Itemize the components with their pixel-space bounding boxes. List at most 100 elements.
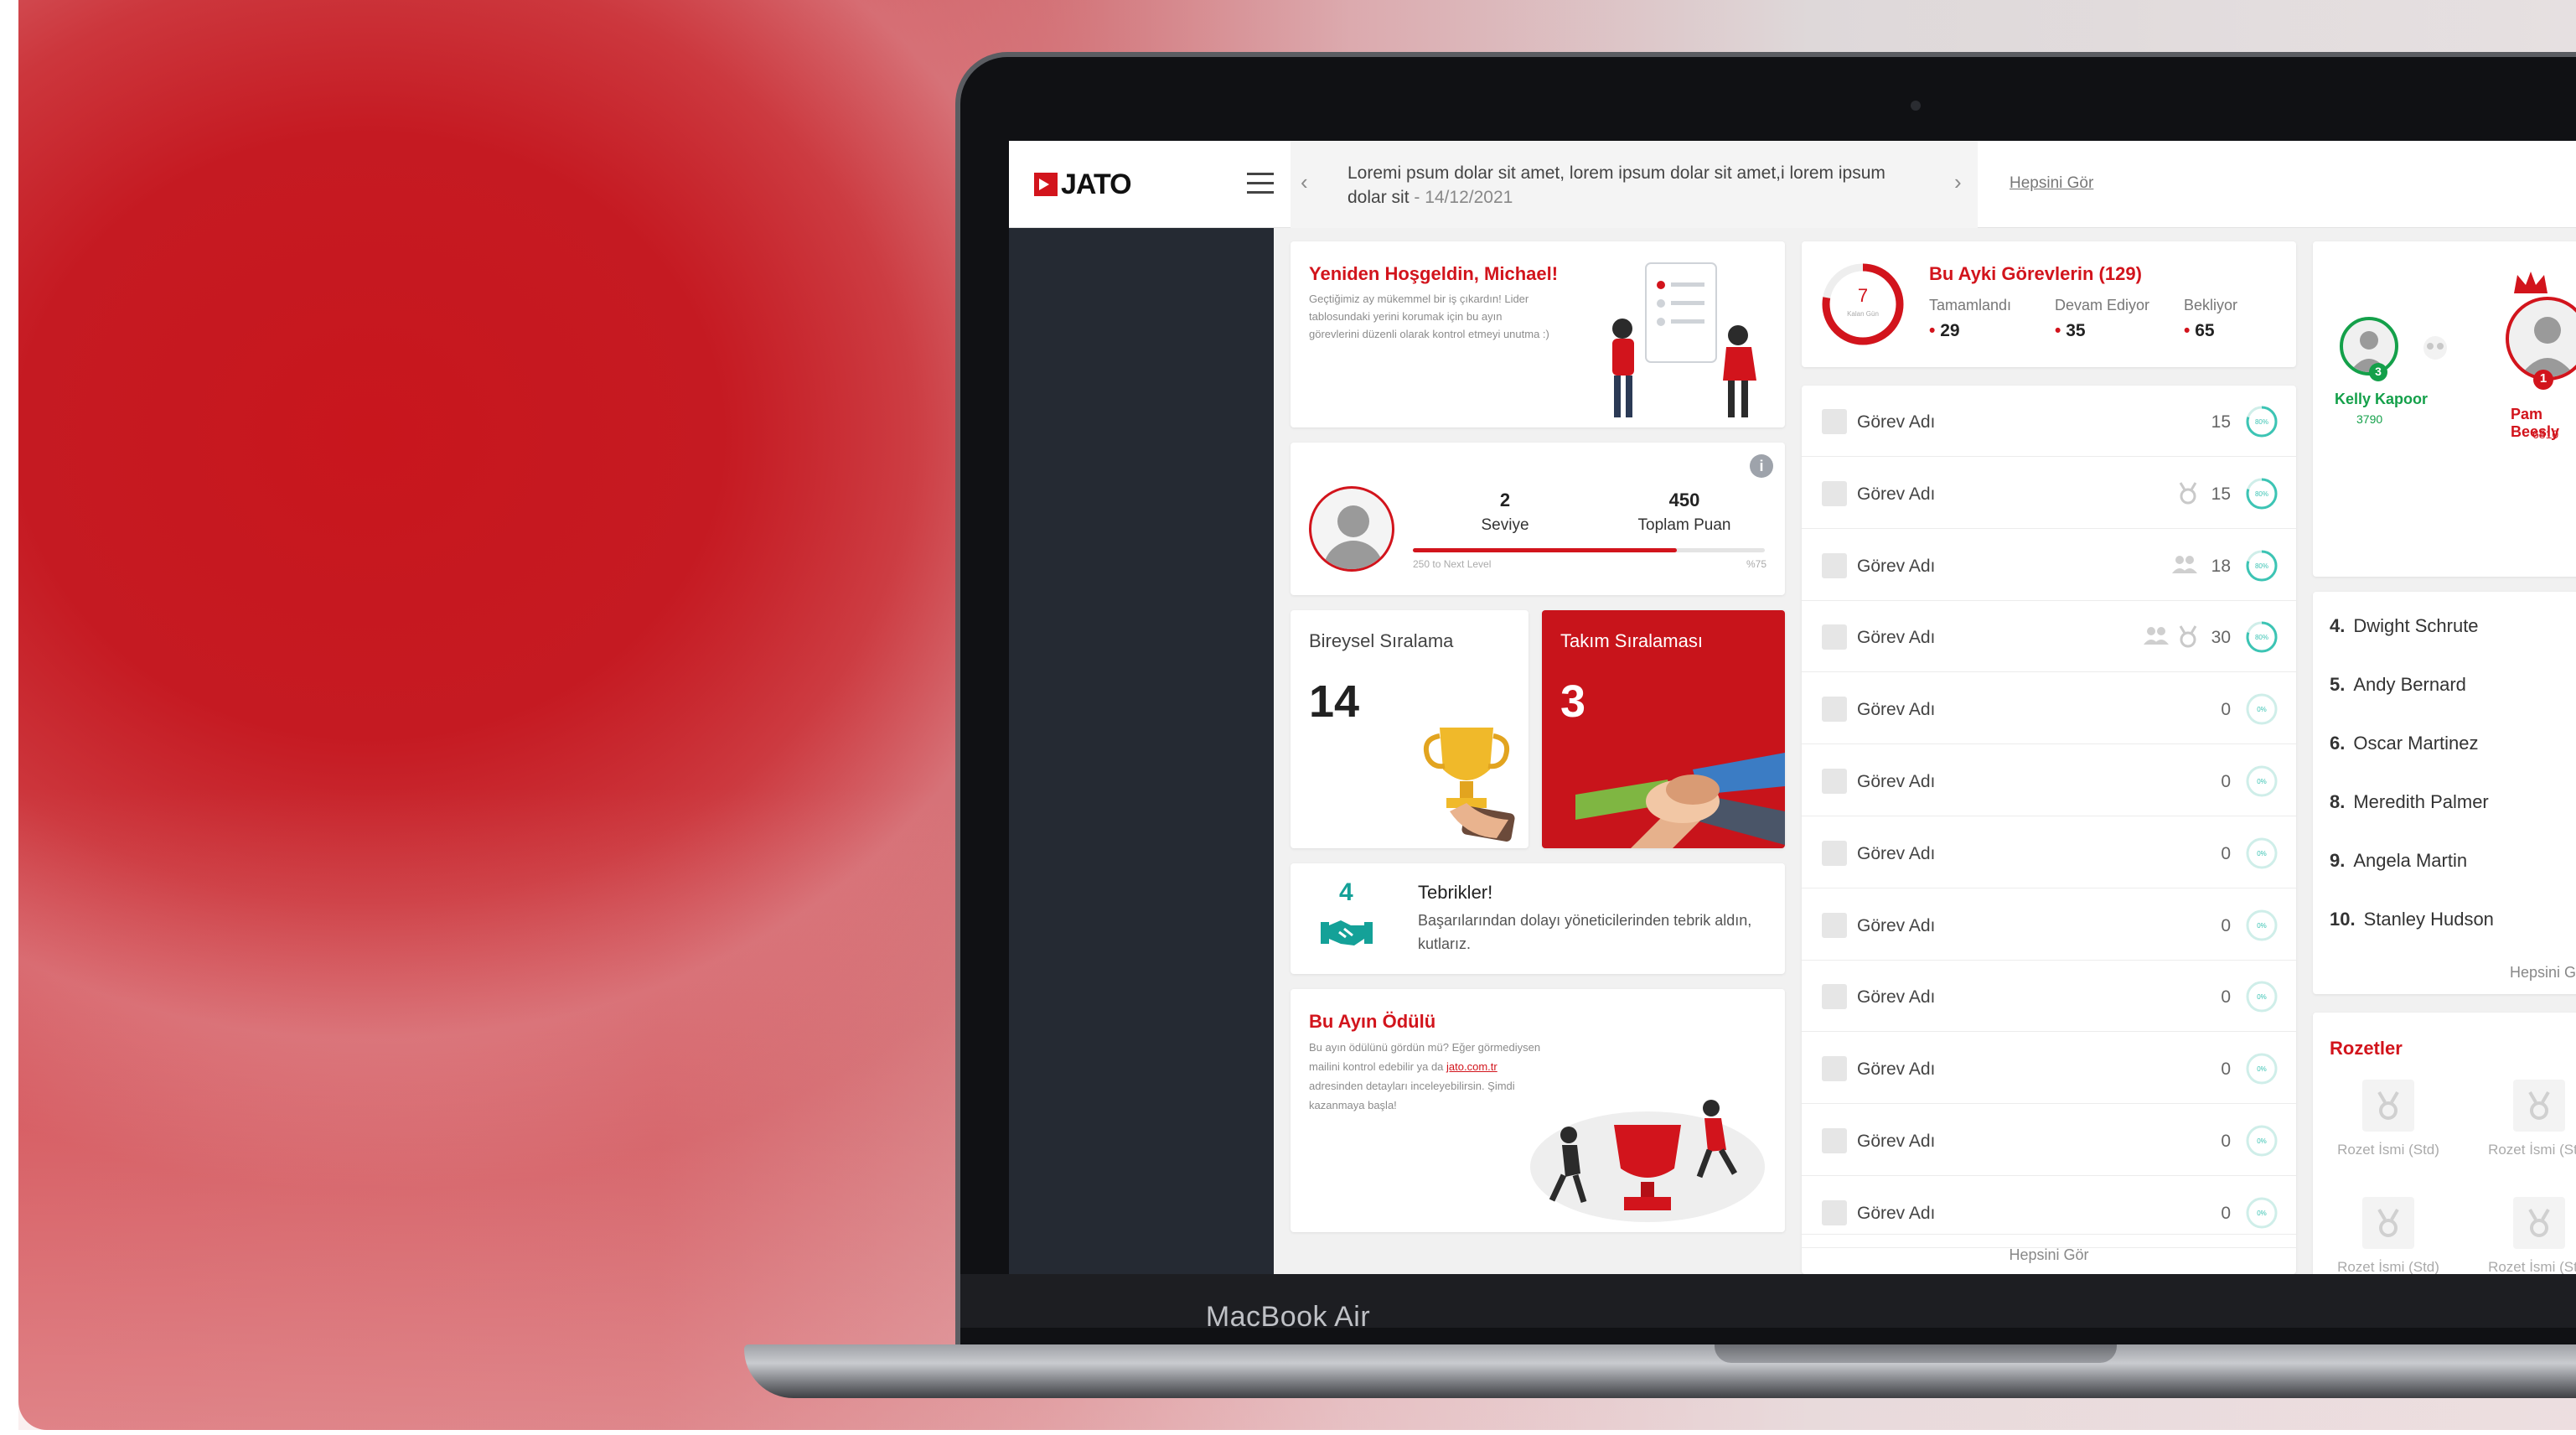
leaderboard-row[interactable]: 8. Meredith Palmer: [2330, 791, 2489, 813]
task-progress-ring: 80%: [2246, 550, 2278, 582]
individual-ranking-label: Bireysel Sıralama: [1309, 630, 1454, 651]
task-row[interactable]: Görev Adı 0 0%: [1802, 817, 2296, 888]
jato-logo[interactable]: JATO: [1034, 166, 1132, 203]
days-left-value: 7: [1857, 285, 1869, 306]
rank-number: 5.: [2330, 674, 2346, 695]
leaderboard-row[interactable]: 9. Angela Martin: [2330, 850, 2467, 872]
task-row[interactable]: Görev Adı 0 0%: [1802, 961, 2296, 1033]
individual-ranking-value: 14: [1309, 676, 1360, 727]
task-checkbox[interactable]: [1822, 1128, 1847, 1153]
leaderboard-row[interactable]: 4. Dwight Schrute: [2330, 615, 2479, 637]
task-score: 0: [2221, 915, 2231, 935]
leaderboard-row[interactable]: 5. Andy Bernard: [2330, 674, 2466, 696]
task-progress-ring: 0%: [2246, 1125, 2278, 1157]
task-progress-ring: 0%: [2246, 1053, 2278, 1085]
task-checkbox[interactable]: [1822, 624, 1847, 650]
badge-medal-icon: [2362, 1197, 2414, 1249]
avatar[interactable]: [2506, 297, 2576, 381]
completed-label: Tamamlandı: [1929, 297, 2012, 313]
task-checkbox[interactable]: [1822, 912, 1847, 938]
congrats-title: Tebrikler!: [1418, 882, 1493, 903]
task-checkbox[interactable]: [1822, 1056, 1847, 1082]
task-name: Görev Adı: [1857, 1059, 1936, 1080]
days-left-label: Kalan Gün: [1847, 310, 1879, 318]
podium-rank-1: 1: [2539, 371, 2548, 386]
top-bar: JATO ‹ Loremi psum dolar sit amet, lorem…: [1009, 141, 2576, 228]
individual-ranking-card[interactable]: Bireysel Sıralama 14: [1291, 610, 1529, 848]
completed-value: 29: [1929, 321, 2011, 341]
waiting-label: Bekliyor: [2184, 297, 2238, 313]
task-row[interactable]: Görev Adı 18 80%: [1802, 530, 2296, 601]
info-icon[interactable]: i: [1750, 454, 1773, 478]
welcome-title: Yeniden Hoşgeldin, Michael!: [1309, 263, 1559, 284]
task-checkbox[interactable]: [1822, 480, 1847, 506]
points-value: 450: [1668, 490, 1700, 510]
handshake-icon: [1321, 920, 1373, 945]
award-title: Bu Ayın Ödülü: [1309, 1011, 1436, 1032]
task-checkbox[interactable]: [1822, 840, 1847, 866]
task-name: Görev Adı: [1857, 484, 1936, 504]
task-list: Görev Adı 15 80% Görev Adı 15 80% Görev Adı 18 8…: [1802, 386, 2296, 1274]
task-score: 15: [2211, 412, 2231, 432]
badges-title: Rozetler: [2330, 1038, 2403, 1059]
task-progress-ring: 80%: [2246, 621, 2278, 653]
task-row[interactable]: Görev Adı 0 0%: [1802, 1105, 2296, 1176]
badge-label: Rozet İsmi (Std): [2337, 1142, 2439, 1158]
task-checkbox[interactable]: [1822, 984, 1847, 1010]
camera-icon: [1911, 101, 1921, 111]
task-score: 0: [2221, 1132, 2231, 1151]
chevron-left-icon[interactable]: ‹: [1301, 169, 1308, 195]
logo-text: JATO: [1061, 168, 1132, 200]
badge-item[interactable]: Rozet İsmi (Std): [2321, 1080, 2455, 1158]
device-label: MacBook Air: [1205, 1301, 1371, 1333]
badge-item[interactable]: Rozet İsmi (Std): [2472, 1080, 2576, 1158]
task-name: Görev Adı: [1857, 700, 1936, 720]
task-progress-ring: 0%: [2246, 1197, 2278, 1229]
task-row[interactable]: Görev Adı 0 0%: [1802, 889, 2296, 961]
badge-label: Rozet İsmi (Std): [2337, 1259, 2439, 1274]
podium-name-kelly[interactable]: Kelly Kapoor: [2335, 391, 2428, 408]
task-checkbox[interactable]: [1822, 409, 1847, 434]
task-row[interactable]: Görev Adı 0 0%: [1802, 745, 2296, 816]
welcome-card: Yeniden Hoşgeldin, Michael! Geçtiğimiz a…: [1291, 241, 1785, 427]
jato-link[interactable]: jato.com.tr: [1446, 1060, 1497, 1073]
trophy-celebration-illustration: [1530, 1100, 1765, 1222]
avatar[interactable]: [1309, 486, 1394, 572]
leaderboard-row[interactable]: 6. Oscar Martinez: [2330, 733, 2479, 754]
chevron-right-icon[interactable]: ›: [1954, 169, 1962, 195]
badge-item[interactable]: Rozet İsmi (Std): [2321, 1197, 2455, 1274]
task-name: Görev Adı: [1857, 843, 1936, 863]
rank-number: 8.: [2330, 791, 2346, 812]
task-score: 30: [2211, 628, 2231, 648]
task-checkbox[interactable]: [1822, 1199, 1847, 1225]
leaderboard-list: 4. Dwight Schrute 5. Andy Bernard 6. Oscar …: [2313, 592, 2576, 994]
leaderboard-row[interactable]: 10. Stanley Hudson: [2330, 909, 2494, 930]
badge-label: Rozet İsmi (Std): [2488, 1259, 2576, 1274]
task-row[interactable]: Görev Adı 0 0%: [1802, 673, 2296, 745]
badge-item[interactable]: Rozet İsmi (Std): [2472, 1197, 2576, 1274]
user-icon: [2519, 317, 2576, 377]
badge-label: Rozet İsmi (Std): [2488, 1142, 2576, 1158]
task-progress-ring: 80%: [2246, 406, 2278, 438]
task-progress-label: 0%: [2257, 778, 2267, 785]
see-all-announcements-link[interactable]: Hepsini Gör: [2010, 174, 2093, 193]
see-all-leaderboard-link[interactable]: Hepsini Gör: [2510, 964, 2576, 982]
task-progress-label: 80%: [2255, 634, 2268, 641]
badge-medal-icon: [2362, 1080, 2414, 1132]
see-all-tasks-link[interactable]: Hepsini Gör: [1802, 1234, 2296, 1274]
menu-icon[interactable]: [1247, 173, 1274, 194]
ticker-message: Loremi psum dolar sit amet, lorem ipsum …: [1347, 161, 1901, 210]
task-row[interactable]: Görev Adı 30 80%: [1802, 601, 2296, 673]
task-row[interactable]: Görev Adı 0 0%: [1802, 1033, 2296, 1105]
team-ranking-card[interactable]: Takım Sıralaması 3: [1542, 610, 1785, 848]
progress-percent: %75: [1746, 558, 1766, 570]
task-checkbox[interactable]: [1822, 769, 1847, 794]
points-label: Toplam Puan: [1637, 516, 1731, 534]
leaderboard-podium: 3 Kelly Kapoor 3790 1 Pam Beesly 6810: [2313, 241, 2576, 577]
task-row[interactable]: Görev Adı 15 80%: [1802, 386, 2296, 457]
task-name: Görev Adı: [1857, 915, 1936, 935]
award-text-before: Bu ayın ödülünü gördün mü? Eğer görmediy…: [1309, 1041, 1541, 1073]
task-checkbox[interactable]: [1822, 697, 1847, 723]
task-row[interactable]: Görev Adı 15 80%: [1802, 458, 2296, 529]
task-checkbox[interactable]: [1822, 552, 1847, 578]
